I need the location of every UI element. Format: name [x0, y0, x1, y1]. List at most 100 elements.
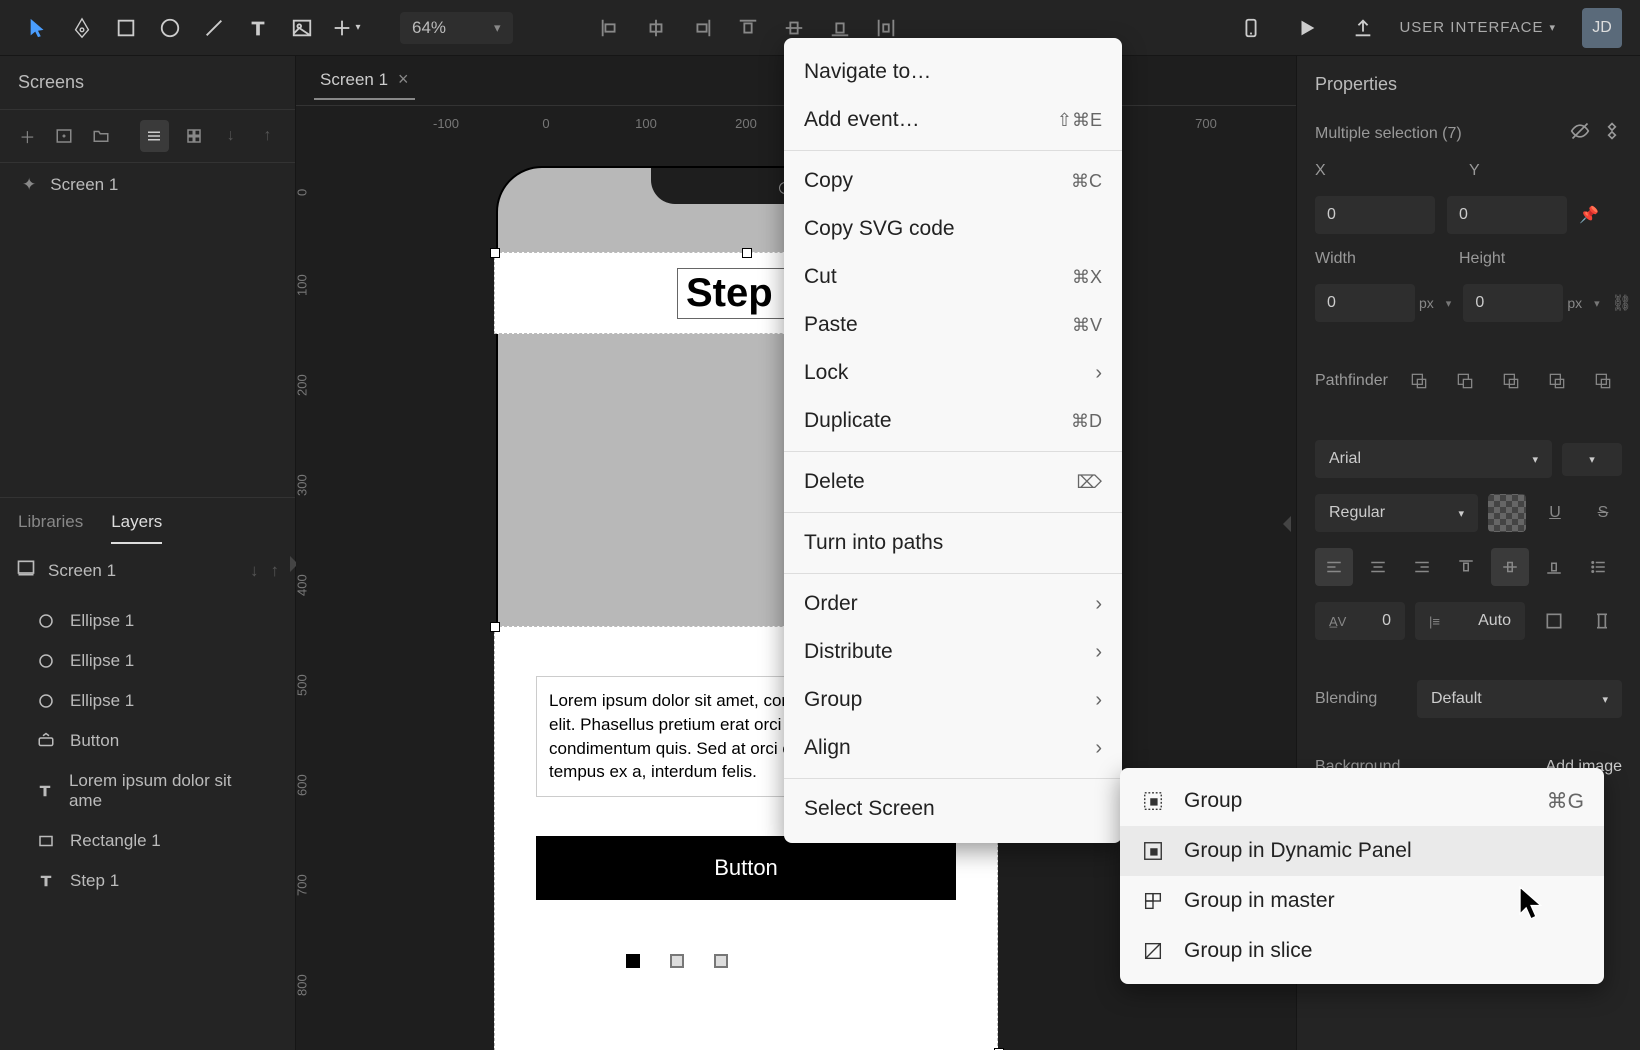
menu-align[interactable]: Align›: [784, 724, 1122, 772]
device-preview-icon[interactable]: [1231, 8, 1271, 48]
pathfinder-exclude-icon[interactable]: [1538, 362, 1576, 400]
text-valign-top-icon[interactable]: [1447, 548, 1485, 586]
line-height-input[interactable]: |≡ Auto: [1415, 602, 1525, 640]
font-size-select[interactable]: ▾: [1562, 443, 1622, 476]
text-autosize-icon[interactable]: [1535, 602, 1573, 640]
text-align-center-icon[interactable]: [1359, 548, 1397, 586]
blending-select[interactable]: Default▾: [1417, 680, 1622, 718]
font-weight-select[interactable]: Regular▾: [1315, 494, 1478, 532]
tab-layers[interactable]: Layers: [111, 512, 162, 544]
width-input[interactable]: [1315, 284, 1415, 322]
sort-down-icon[interactable]: ↓: [219, 123, 242, 149]
ellipse-icon: [36, 651, 56, 671]
menu-distribute[interactable]: Distribute›: [784, 628, 1122, 676]
line-tool[interactable]: [194, 8, 234, 48]
font-family-select[interactable]: Arial▾: [1315, 440, 1552, 478]
collapse-down-icon[interactable]: ↓: [250, 561, 259, 581]
text-settings-icon[interactable]: [1583, 602, 1621, 640]
layer-item[interactable]: Ellipse 1: [0, 641, 295, 681]
selection-handle[interactable]: [742, 248, 752, 258]
pin-icon[interactable]: 📌: [1579, 205, 1599, 225]
menu-lock[interactable]: Lock›: [784, 349, 1122, 397]
layer-item[interactable]: Lorem ipsum dolor sit ame: [0, 761, 295, 821]
select-tool[interactable]: [18, 8, 58, 48]
pathfinder-subtract-icon[interactable]: [1446, 362, 1484, 400]
strikethrough-icon[interactable]: S: [1584, 494, 1622, 532]
align-right-icon[interactable]: [679, 8, 725, 48]
component-icon[interactable]: [1602, 121, 1622, 146]
text-tool[interactable]: [238, 8, 278, 48]
grid-view-icon[interactable]: [183, 123, 206, 149]
y-input[interactable]: [1447, 196, 1567, 234]
screen-item[interactable]: ✦ Screen 1: [0, 163, 295, 207]
dot[interactable]: [670, 954, 684, 968]
align-left-icon[interactable]: [587, 8, 633, 48]
layer-item[interactable]: Ellipse 1: [0, 681, 295, 721]
menu-group[interactable]: Group›: [784, 676, 1122, 724]
menu-delete[interactable]: Delete⌦: [784, 458, 1122, 506]
menu-paste[interactable]: Paste⌘V: [784, 301, 1122, 349]
collapse-right-panel-icon[interactable]: [1283, 516, 1291, 532]
list-view-icon[interactable]: [140, 120, 168, 152]
bullet-list-icon[interactable]: [1579, 548, 1617, 586]
layer-item[interactable]: Button: [0, 721, 295, 761]
play-icon[interactable]: [1287, 8, 1327, 48]
text-align-left-icon[interactable]: [1315, 548, 1353, 586]
menu-cut[interactable]: Cut⌘X: [784, 253, 1122, 301]
submenu-dynamic-panel[interactable]: Group in Dynamic Panel: [1120, 826, 1604, 876]
pen-tool[interactable]: [62, 8, 102, 48]
pathfinder-divide-icon[interactable]: [1584, 362, 1622, 400]
submenu-group[interactable]: Group ⌘G: [1120, 776, 1604, 826]
selection-handle[interactable]: [490, 248, 500, 258]
add-image-screen-icon[interactable]: [53, 123, 76, 149]
menu-order[interactable]: Order›: [784, 580, 1122, 628]
pathfinder-intersect-icon[interactable]: [1492, 362, 1530, 400]
zoom-control[interactable]: 64% ▾: [400, 12, 513, 44]
context-menu: Navigate to… Add event…⇧⌘E Copy⌘C Copy S…: [784, 38, 1122, 843]
visibility-icon[interactable]: [1570, 121, 1590, 146]
sort-up-icon[interactable]: ↑: [256, 123, 279, 149]
upload-icon[interactable]: [1343, 8, 1383, 48]
selection-handle[interactable]: [490, 622, 500, 632]
add-folder-icon[interactable]: [90, 123, 113, 149]
layer-item[interactable]: Rectangle 1: [0, 821, 295, 861]
letter-spacing-input[interactable]: A̲V 0: [1315, 602, 1405, 640]
workspace-dropdown[interactable]: USER INTERFACE ▾: [1399, 19, 1556, 36]
canvas-tab[interactable]: Screen 1 ×: [314, 61, 415, 100]
collapse-up-icon[interactable]: ↑: [271, 561, 280, 581]
text-valign-middle-icon[interactable]: [1491, 548, 1529, 586]
menu-copy-svg[interactable]: Copy SVG code: [784, 205, 1122, 253]
text-valign-bottom-icon[interactable]: [1535, 548, 1573, 586]
tab-libraries[interactable]: Libraries: [18, 512, 83, 544]
page-indicator-dots: [626, 954, 728, 968]
button-element[interactable]: Button: [536, 836, 956, 900]
pathfinder-union-icon[interactable]: [1400, 362, 1438, 400]
menu-select-screen[interactable]: Select Screen: [784, 785, 1122, 833]
user-avatar[interactable]: JD: [1582, 8, 1622, 48]
dot-active[interactable]: [626, 954, 640, 968]
menu-copy[interactable]: Copy⌘C: [784, 157, 1122, 205]
link-dimensions-icon[interactable]: ⛓: [1612, 293, 1632, 313]
layer-item[interactable]: Step 1: [0, 861, 295, 901]
add-screen-icon[interactable]: ＋: [16, 123, 39, 149]
image-tool[interactable]: [282, 8, 322, 48]
menu-navigate-to[interactable]: Navigate to…: [784, 48, 1122, 96]
menu-turn-into-paths[interactable]: Turn into paths: [784, 519, 1122, 567]
height-input[interactable]: [1463, 284, 1563, 322]
ellipse-tool[interactable]: [150, 8, 190, 48]
submenu-slice[interactable]: Group in slice: [1120, 926, 1604, 976]
font-color-swatch[interactable]: [1488, 494, 1526, 532]
menu-duplicate[interactable]: Duplicate⌘D: [784, 397, 1122, 445]
underline-icon[interactable]: U: [1536, 494, 1574, 532]
layer-header-label[interactable]: Screen 1: [48, 561, 116, 581]
dot[interactable]: [714, 954, 728, 968]
close-tab-icon[interactable]: ×: [398, 69, 409, 90]
x-input[interactable]: [1315, 196, 1435, 234]
add-tool[interactable]: ▾: [326, 8, 366, 48]
align-top-icon[interactable]: [725, 8, 771, 48]
rectangle-tool[interactable]: [106, 8, 146, 48]
layer-item[interactable]: Ellipse 1: [0, 601, 295, 641]
menu-add-event[interactable]: Add event…⇧⌘E: [784, 96, 1122, 144]
align-hcenter-icon[interactable]: [633, 8, 679, 48]
text-align-right-icon[interactable]: [1403, 548, 1441, 586]
